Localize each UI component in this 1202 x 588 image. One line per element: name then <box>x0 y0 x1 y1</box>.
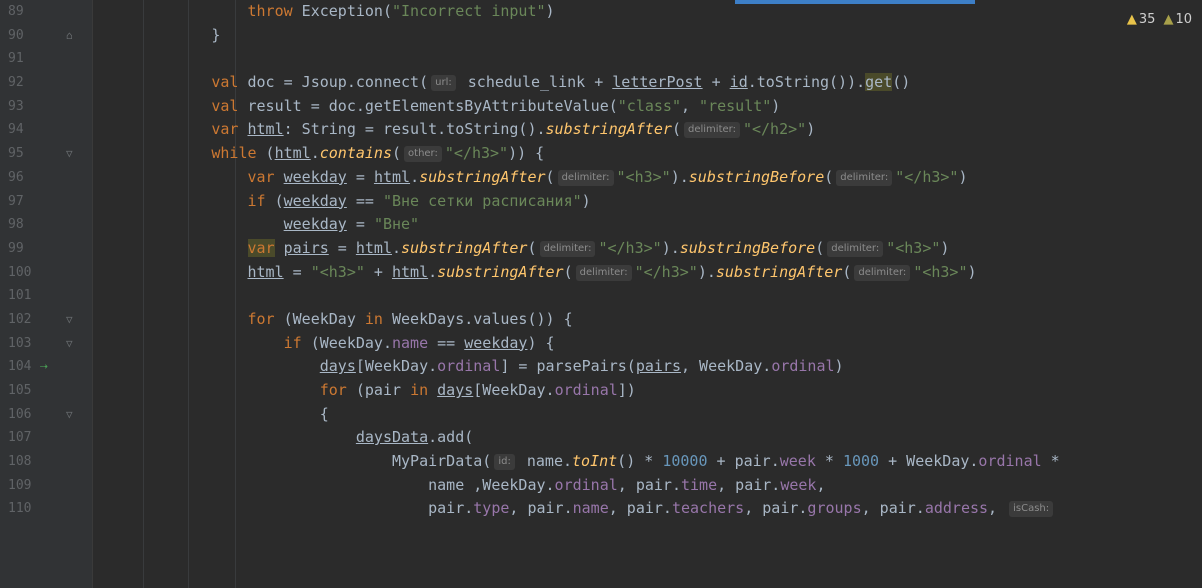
code-editor[interactable]: ▲ 35 ▲ 10 89 throw Exception("Incorrect in… <box>0 0 1202 588</box>
fold-icon[interactable]: ▽ <box>66 142 73 166</box>
code-text: { <box>103 404 329 423</box>
code-line[interactable]: 108 MyPairData(id: name.toInt() * 10000 … <box>0 450 1202 474</box>
code-line[interactable]: 109 name ,WeekDay.ordinal, pair.time, pa… <box>0 474 1202 498</box>
line-number: 110 <box>8 501 32 517</box>
code-line[interactable]: 92 val doc = Jsoup.connect(url: schedule… <box>0 71 1202 95</box>
parameter-hint: delimiter: <box>575 264 632 281</box>
line-number: 90 <box>8 27 24 43</box>
code-line[interactable]: 89 throw Exception("Incorrect input") <box>0 0 1202 24</box>
code-line[interactable]: 95 ▽ while (html.contains(other: "</h3>"))… <box>0 142 1202 166</box>
code-line[interactable]: 94 var html: String = result.toString().… <box>0 118 1202 142</box>
code-line[interactable]: 93 val result = doc.getElementsByAttribu… <box>0 95 1202 119</box>
code-line[interactable]: 104 ⇢ days[WeekDay.ordinal] = parsePairs(… <box>0 355 1202 379</box>
code-line[interactable]: 98 weekday = "Вне" <box>0 213 1202 237</box>
code-text: weekday = "Вне" <box>283 215 420 234</box>
line-number: 108 <box>8 454 32 470</box>
line-number: 93 <box>8 98 24 114</box>
line-number: 100 <box>8 264 32 280</box>
debug-step-icon[interactable]: ⇢ <box>40 355 48 379</box>
line-number: 98 <box>8 217 24 233</box>
code-text: name ,WeekDay.ordinal, pair.time, pair.w… <box>428 475 826 494</box>
parameter-hint: delimiter: <box>836 169 893 186</box>
parameter-hint: delimiter: <box>827 240 884 257</box>
code-text: html = "<h3>" + html.substringAfter(deli… <box>247 262 977 281</box>
fold-end-icon[interactable]: ⌂ <box>66 24 73 48</box>
parameter-hint: delimiter: <box>557 169 614 186</box>
parameter-hint: url: <box>431 75 456 92</box>
code-line[interactable]: 106 ▽ { <box>0 403 1202 427</box>
line-number: 105 <box>8 383 32 398</box>
code-text: for (pair in days[WeekDay.ordinal]) <box>319 381 636 399</box>
line-number: 95 <box>8 146 24 162</box>
code-text: MyPairData(id: name.toInt() * 10000 + pa… <box>391 452 1060 471</box>
parameter-hint: other: <box>404 146 442 163</box>
code-text: var weekday = html.substringAfter(delimi… <box>247 167 968 186</box>
fold-icon[interactable]: ▽ <box>66 403 73 427</box>
code-text: for (WeekDay in WeekDays.values()) { <box>247 309 573 328</box>
code-line[interactable]: 102 ▽ for (WeekDay in WeekDays.values()) … <box>0 308 1202 332</box>
parameter-hint: isCash: <box>1009 501 1054 518</box>
code-text: } <box>103 25 221 44</box>
code-text: throw Exception("Incorrect input") <box>247 2 555 20</box>
line-number: 92 <box>8 75 24 91</box>
parameter-hint: delimiter: <box>854 264 911 281</box>
code-line[interactable]: 97 if (weekday == "Вне сетки расписания"… <box>0 190 1202 214</box>
line-number: 99 <box>8 240 24 256</box>
code-line[interactable]: 110 pair.type, pair.name, pair.teachers,… <box>0 497 1202 521</box>
code-text: var html: String = result.toString().sub… <box>211 120 816 139</box>
fold-icon[interactable]: ▽ <box>66 308 73 332</box>
line-number: 96 <box>8 169 24 185</box>
code-line[interactable]: 91 <box>0 47 1202 71</box>
code-line[interactable]: 101 <box>0 284 1202 308</box>
code-line[interactable]: 103 ▽ if (WeekDay.name == weekday) { <box>0 332 1202 356</box>
parameter-hint: delimiter: <box>684 122 740 139</box>
code-line[interactable]: 105 for (pair in days[WeekDay.ordinal]) <box>0 379 1202 403</box>
line-number: 102 <box>8 311 32 327</box>
code-line[interactable]: 96 var weekday = html.substringAfter(del… <box>0 166 1202 190</box>
code-line[interactable]: 107 daysData.add( <box>0 426 1202 450</box>
line-number: 91 <box>8 51 24 67</box>
line-number: 89 <box>8 4 24 19</box>
code-text: if (weekday == "Вне сетки расписания") <box>247 191 591 210</box>
parameter-hint: id: <box>494 454 515 471</box>
line-number: 103 <box>8 335 32 351</box>
code-text: while (html.contains(other: "</h3>")) { <box>211 144 545 163</box>
code-text: pair.type, pair.name, pair.teachers, pai… <box>103 497 1056 521</box>
line-number: 107 <box>8 430 32 446</box>
code-line[interactable]: 99 var pairs = html.substringAfter(delim… <box>0 237 1202 261</box>
code-text: if (WeekDay.name == weekday) { <box>283 333 555 352</box>
code-line[interactable]: 90 ⌂ } <box>0 24 1202 48</box>
code-text: days[WeekDay.ordinal] = parsePairs(pairs… <box>319 357 844 376</box>
line-number: 101 <box>8 288 32 304</box>
fold-icon[interactable]: ▽ <box>66 332 73 356</box>
line-number: 109 <box>8 477 32 493</box>
code-text: daysData.add( <box>355 428 474 447</box>
code-text: var pairs = html.substringAfter(delimite… <box>247 238 950 257</box>
line-number: 94 <box>8 122 24 138</box>
parameter-hint: delimiter: <box>539 240 596 257</box>
code-lines: 89 throw Exception("Incorrect input") 90… <box>0 0 1202 521</box>
code-text: val doc = Jsoup.connect(url: schedule_li… <box>211 73 911 92</box>
line-number: 106 <box>8 406 32 422</box>
code-line[interactable]: 100 html = "<h3>" + html.substringAfter(… <box>0 261 1202 285</box>
line-number: 97 <box>8 193 24 209</box>
code-text: val result = doc.getElementsByAttributeV… <box>211 96 781 115</box>
